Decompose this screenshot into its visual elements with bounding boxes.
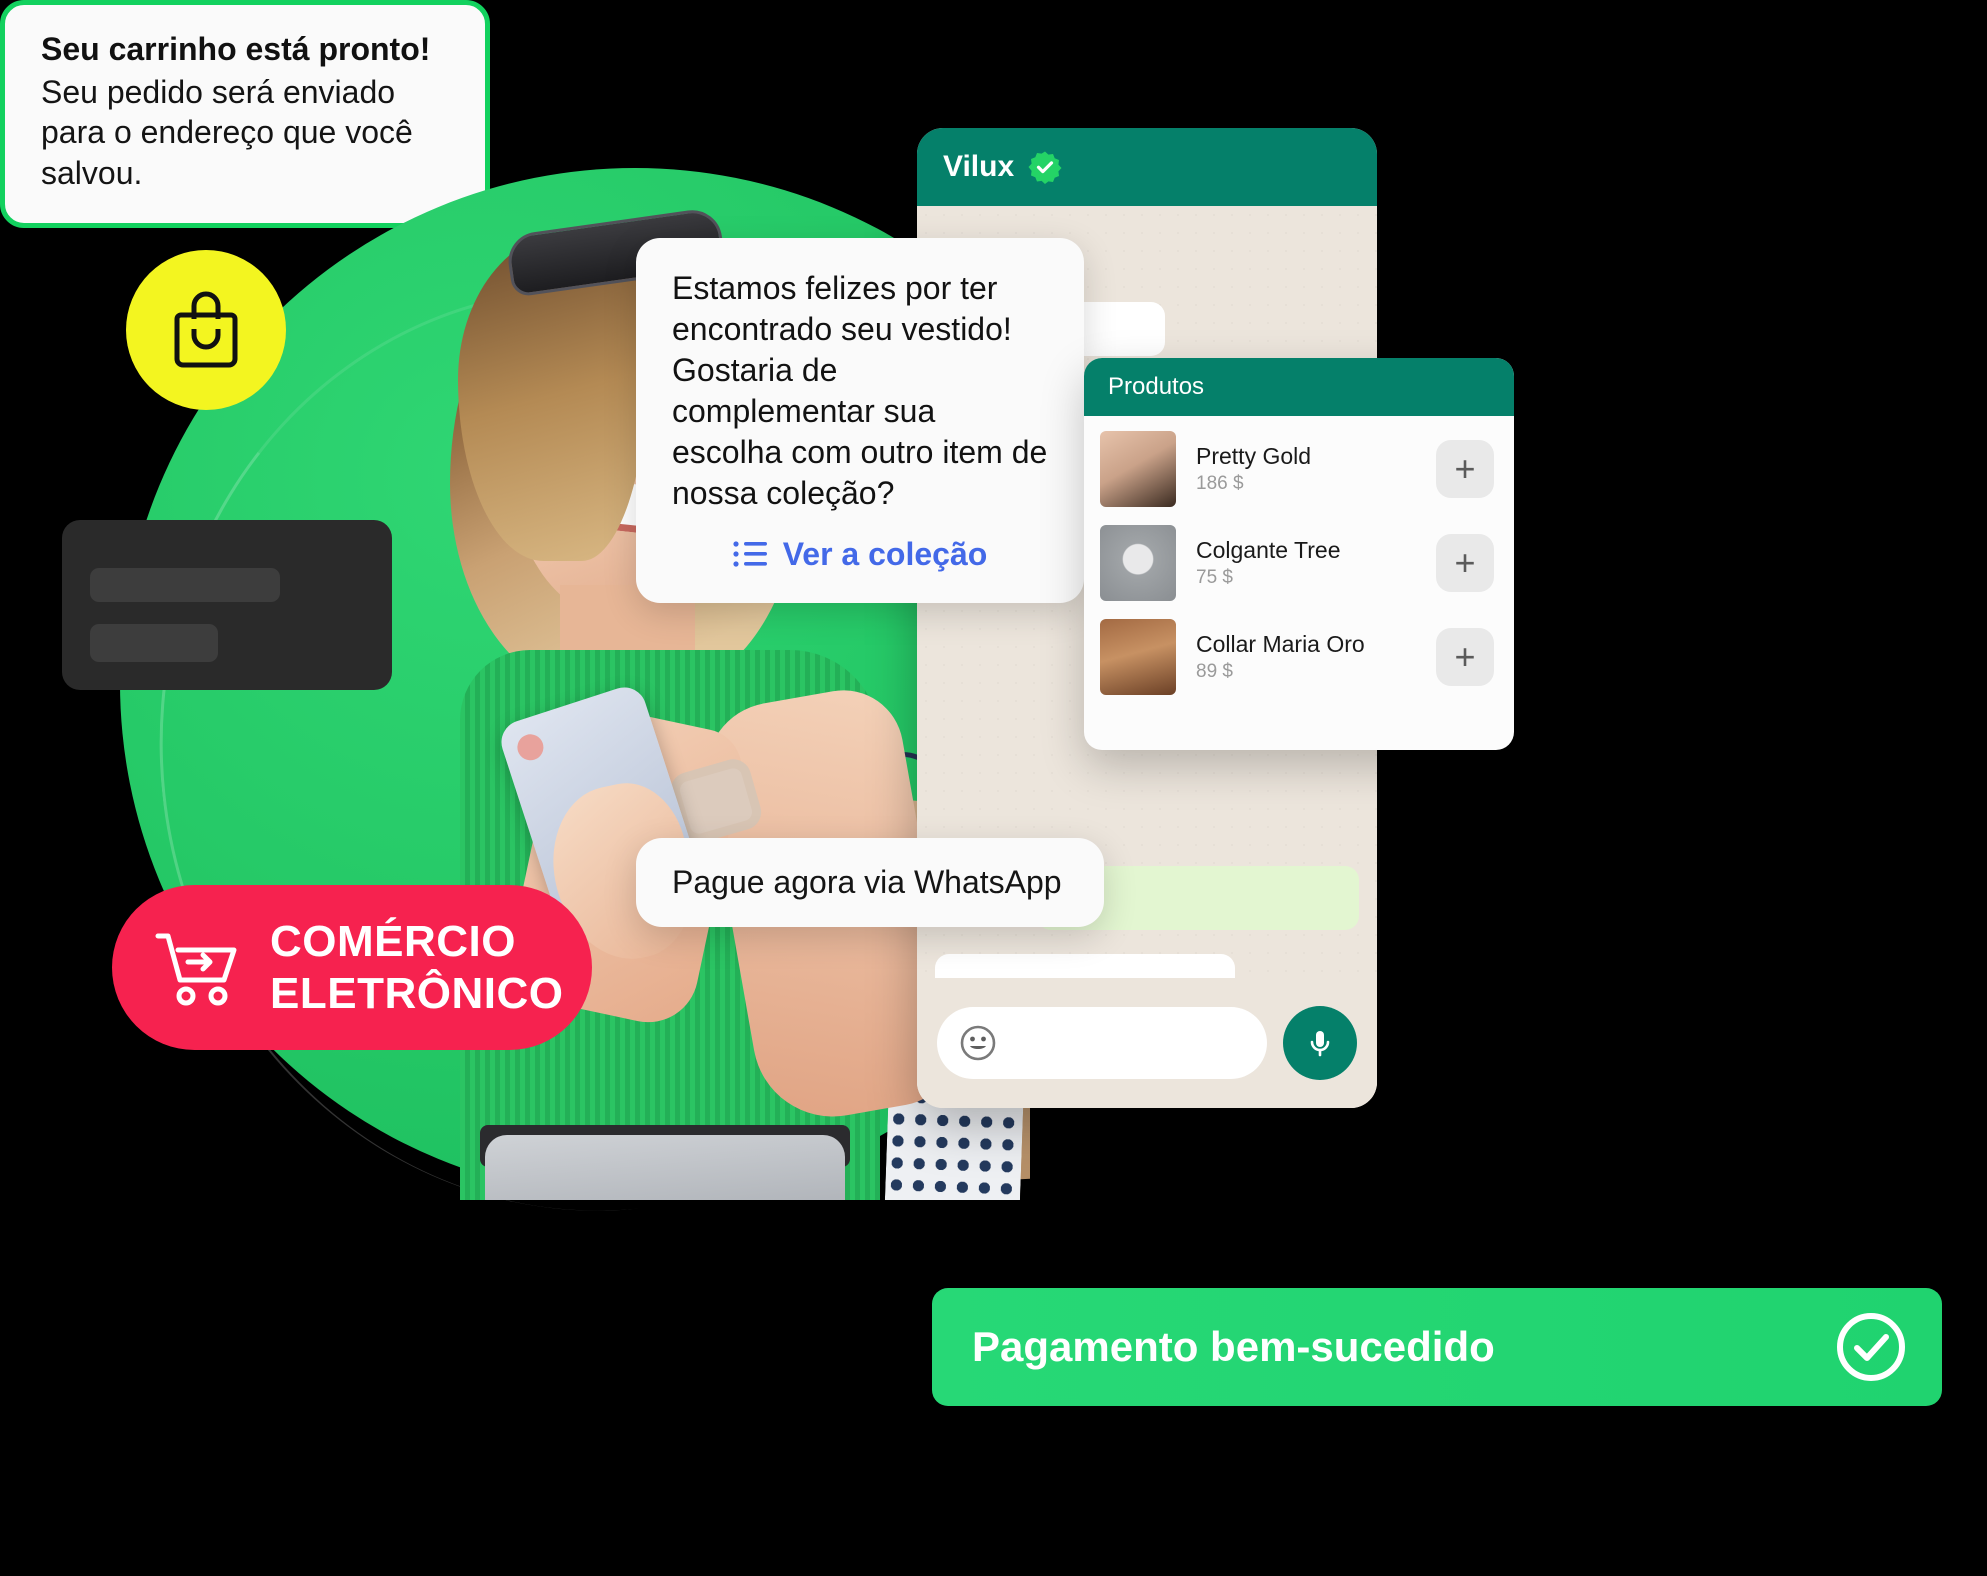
shopping-bag-badge: [126, 250, 286, 410]
pay-now-bubble[interactable]: Pague agora via WhatsApp: [636, 838, 1104, 927]
microphone-icon: [1303, 1026, 1337, 1060]
poster-canvas: Vilux Estamos felizes por ter encontrado…: [0, 0, 1987, 1576]
product-price: 89 $: [1196, 661, 1233, 683]
collection-message-text: Estamos felizes por ter encontrado seu v…: [672, 270, 1048, 511]
view-collection-label[interactable]: Ver a coleção: [783, 536, 988, 573]
products-card: Produtos Pretty Gold 186 $ + Colgante Tr…: [1084, 358, 1514, 750]
products-card-title: Produtos: [1108, 373, 1205, 400]
payment-success-banner: Pagamento bem-sucedido: [932, 1288, 1942, 1406]
check-circle-icon: [1834, 1310, 1908, 1384]
product-name: Collar Maria Oro: [1196, 630, 1365, 657]
message-input[interactable]: [937, 1007, 1267, 1079]
payment-success-text: Pagamento bem-sucedido: [972, 1323, 1495, 1370]
product-row[interactable]: Collar Maria Oro 89 $ +: [1100, 610, 1494, 704]
product-row[interactable]: Pretty Gold 186 $ +: [1100, 422, 1494, 516]
chat-input-bar: [917, 978, 1377, 1108]
cart-ready-title: Seu carrinho está pronto!: [41, 31, 431, 67]
ecommerce-badge-line1: COMÉRCIO: [270, 917, 516, 967]
add-product-button[interactable]: +: [1436, 440, 1494, 498]
ecommerce-badge: COMÉRCIO ELETRÔNICO: [112, 885, 592, 1050]
collection-message-bubble: Estamos felizes por ter encontrado seu v…: [636, 238, 1084, 603]
product-thumbnail: [1100, 525, 1176, 601]
product-thumbnail: [1100, 619, 1176, 695]
shopping-cart-arrow-icon: [154, 928, 242, 1008]
product-price: 75 $: [1196, 567, 1233, 589]
add-product-button[interactable]: +: [1436, 534, 1494, 592]
view-collection-link[interactable]: Ver a coleção: [672, 536, 1048, 573]
jeans: [485, 1135, 845, 1200]
emoji-smiley-icon[interactable]: [959, 1024, 997, 1062]
chat-contact-name: Vilux: [943, 150, 1015, 183]
product-name: Pretty Gold: [1196, 442, 1312, 469]
voice-record-button[interactable]: [1283, 1006, 1357, 1080]
ecommerce-badge-line2: ELETRÔNICO: [270, 968, 564, 1018]
pay-now-text: Pague agora via WhatsApp: [672, 864, 1062, 900]
list-icon: [733, 539, 767, 569]
products-card-header: Produtos: [1084, 358, 1514, 416]
verified-badge-icon: [1028, 150, 1062, 184]
product-name: Colgante Tree: [1196, 536, 1341, 563]
add-product-button[interactable]: +: [1436, 628, 1494, 686]
shopping-bag-icon: [167, 289, 245, 371]
products-list: Pretty Gold 186 $ + Colgante Tree 75 $ +…: [1084, 416, 1514, 704]
product-price: 186 $: [1196, 473, 1244, 495]
chat-header: Vilux: [917, 128, 1377, 206]
product-thumbnail: [1100, 431, 1176, 507]
product-row[interactable]: Colgante Tree 75 $ +: [1100, 516, 1494, 610]
